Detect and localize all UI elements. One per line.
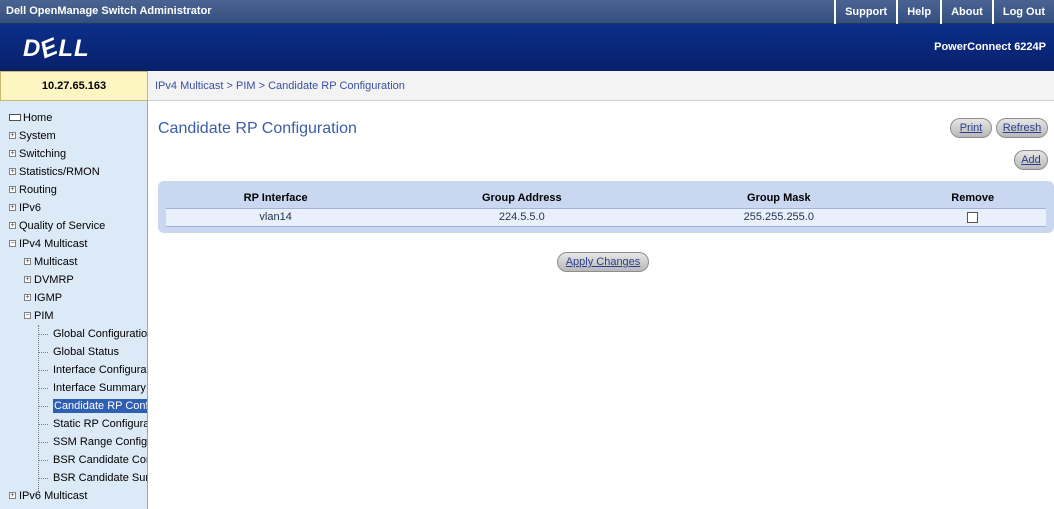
breadcrumb: IPv4 Multicast > PIM > Candidate RP Conf… [148, 71, 1054, 101]
logout-link[interactable]: Log Out [991, 0, 1054, 24]
sidebar-item-ipv6[interactable]: + IPv6 [0, 199, 147, 217]
dell-logo: DELL [23, 32, 90, 65]
sidebar-item-system[interactable]: + System [0, 127, 147, 145]
collapse-icon[interactable]: − [24, 311, 31, 319]
tree-connector [38, 406, 48, 407]
tree-vertical-line [38, 325, 39, 491]
tree-connector [38, 424, 48, 425]
col-group-mask: Group Mask [747, 192, 811, 205]
add-button[interactable]: Add [1014, 150, 1048, 170]
table-header-row: RP Interface Group Address Group Mask Re… [166, 189, 1046, 208]
remove-checkbox[interactable] [967, 211, 979, 223]
sidebar-item-bsr-candidate-config[interactable]: BSR Candidate Cor [0, 451, 147, 469]
sidebar-item-statistics[interactable]: + Statistics/RMON [0, 163, 147, 181]
cell-rp-interface: vlan14 [166, 207, 386, 227]
expand-icon[interactable]: + [9, 491, 16, 499]
sidebar-item-home[interactable]: Home [0, 109, 147, 127]
tree-connector [38, 442, 48, 443]
col-group-address: Group Address [481, 192, 562, 205]
expand-icon[interactable]: + [24, 275, 31, 283]
page-title: Candidate RP Configuration [158, 120, 357, 137]
help-link[interactable]: Help [896, 0, 940, 24]
expand-icon[interactable]: + [9, 203, 16, 211]
apply-changes-button[interactable]: Apply Changes [557, 252, 649, 272]
tree-connector [38, 460, 48, 461]
title-bar: Dell OpenManage Switch Administrator Sup… [0, 0, 1054, 24]
app-title: Dell OpenManage Switch Administrator [6, 5, 212, 17]
sidebar-item-multicast[interactable]: + Multicast [0, 253, 147, 271]
expand-icon[interactable]: + [9, 149, 16, 157]
sidebar-item-ipv6-multicast[interactable]: + IPv6 Multicast [0, 487, 147, 505]
device-model: PowerConnect 6224P [934, 41, 1046, 53]
candidate-rp-table: RP Interface Group Address Group Mask Re… [166, 189, 1046, 227]
expand-icon[interactable]: + [9, 131, 16, 139]
device-ip: 10.27.65.163 [0, 71, 148, 101]
col-rp-interface: RP Interface [243, 192, 308, 205]
header-links: Support Help About Log Out [834, 0, 1054, 24]
sidebar-item-global-status[interactable]: Global Status [0, 343, 147, 361]
expand-icon[interactable]: + [24, 257, 31, 265]
sidebar-item-static-rp[interactable]: Static RP Configura [0, 415, 147, 433]
sidebar-item-igmp[interactable]: + IGMP [0, 289, 147, 307]
sidebar-item-ssm-range[interactable]: SSM Range Configu [0, 433, 147, 451]
sidebar-item-dvmrp[interactable]: + DVMRP [0, 271, 147, 289]
table-row: vlan14 224.5.5.0 255.255.255.0 [166, 207, 1046, 227]
expand-icon[interactable]: + [9, 221, 16, 229]
tree-connector [38, 370, 48, 371]
tree-connector [38, 388, 48, 389]
col-remove: Remove [951, 192, 995, 205]
sidebar-item-interface-configuration[interactable]: Interface Configurati [0, 361, 147, 379]
sidebar-item-interface-summary[interactable]: Interface Summary [0, 379, 147, 397]
tree-connector [38, 352, 48, 353]
sidebar-item-routing[interactable]: + Routing [0, 181, 147, 199]
cell-remove [899, 207, 1046, 227]
tree-connector [38, 478, 48, 479]
sidebar-item-global-configuration[interactable]: Global Configuration [0, 325, 147, 343]
expand-icon[interactable]: + [9, 167, 16, 175]
support-link[interactable]: Support [834, 0, 896, 24]
sidebar-item-bsr-candidate-summary[interactable]: BSR Candidate Sur [0, 469, 147, 487]
folder-icon [9, 113, 21, 121]
sidebar-item-ipv4-multicast[interactable]: − IPv4 Multicast [0, 235, 147, 253]
print-button[interactable]: Print [950, 118, 992, 138]
sidebar-item-pim[interactable]: − PIM [0, 307, 147, 325]
expand-icon[interactable]: + [24, 293, 31, 301]
about-link[interactable]: About [940, 0, 992, 24]
cell-group-address: 224.5.5.0 [385, 207, 659, 227]
cell-group-mask: 255.255.255.0 [658, 207, 900, 227]
candidate-rp-table-panel: RP Interface Group Address Group Mask Re… [158, 181, 1054, 233]
sidebar: Home + System + Switching + Statistics/RMON… [0, 101, 148, 509]
expand-icon[interactable]: + [9, 185, 16, 193]
sidebar-item-qos[interactable]: + Quality of Service [0, 217, 147, 235]
tree-connector [38, 334, 48, 335]
refresh-button[interactable]: Refresh [996, 118, 1048, 138]
brand-bar: DELL PowerConnect 6224P [0, 24, 1054, 71]
sidebar-item-candidate-rp[interactable]: Candidate RP Confi [0, 397, 147, 415]
sidebar-item-switching[interactable]: + Switching [0, 145, 147, 163]
collapse-icon[interactable]: − [9, 239, 16, 247]
